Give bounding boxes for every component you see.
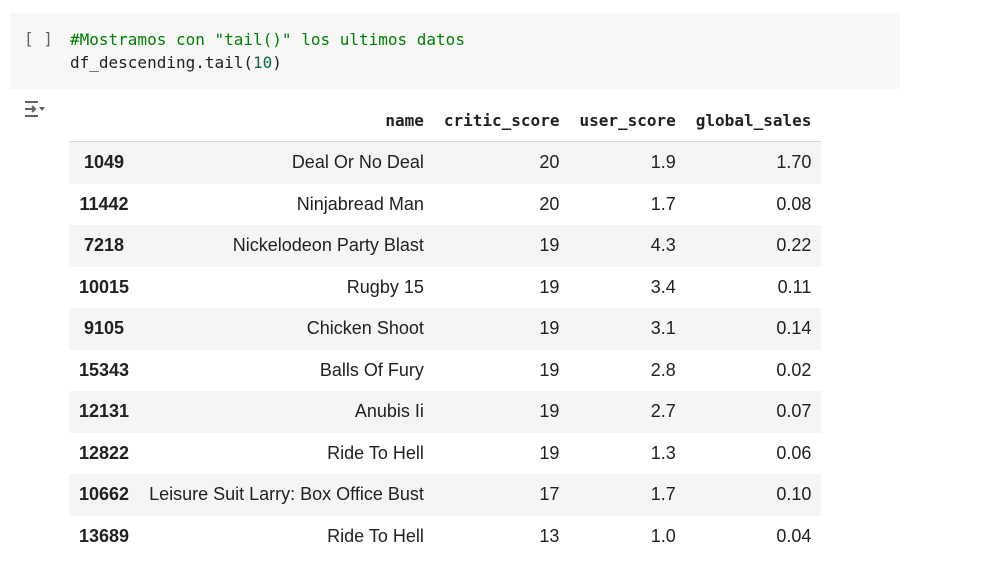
dataframe-table: name critic_score user_score global_sale… bbox=[69, 99, 822, 557]
index-header bbox=[69, 99, 140, 142]
cell-critic-score: 20 bbox=[539, 152, 560, 173]
cell-critic-score: 19 bbox=[539, 401, 560, 422]
code-call: df_descending.tail(10) bbox=[70, 53, 282, 72]
cell-user-score: 1.9 bbox=[650, 152, 676, 173]
cell-global-sales: 0.10 bbox=[776, 484, 812, 505]
cell-user-score: 3.1 bbox=[650, 318, 676, 339]
cell-critic-score: 19 bbox=[539, 318, 560, 339]
code-cell[interactable]: [ ] #Mostramos con "tail()" los ultimos … bbox=[10, 13, 900, 89]
table-row: 9105 Chicken Shoot 19 3.1 0.14 bbox=[69, 308, 822, 350]
cell-critic-score: 19 bbox=[539, 235, 560, 256]
cell-name: Nickelodeon Party Blast bbox=[232, 235, 424, 256]
cell-global-sales: 1.70 bbox=[776, 152, 812, 173]
table-row: 10015 Rugby 15 19 3.4 0.11 bbox=[69, 266, 822, 308]
cell-user-score: 2.8 bbox=[650, 359, 676, 380]
column-header-name: name bbox=[139, 99, 434, 142]
cell-global-sales: 0.02 bbox=[776, 359, 812, 380]
row-index: 12822 bbox=[79, 442, 130, 463]
cell-global-sales: 0.07 bbox=[776, 401, 812, 422]
cell-user-score: 4.3 bbox=[650, 235, 676, 256]
cell-name: Ninjabread Man bbox=[296, 193, 424, 214]
cell-name: Ride To Hell bbox=[327, 442, 424, 463]
cell-critic-score: 19 bbox=[539, 276, 560, 297]
cell-name: Ride To Hell bbox=[327, 525, 424, 546]
row-index: 9105 bbox=[84, 318, 125, 339]
cell-user-score: 2.7 bbox=[650, 401, 676, 422]
cell-name: Balls Of Fury bbox=[319, 359, 424, 380]
row-index: 12131 bbox=[79, 401, 130, 422]
row-index: 10662 bbox=[79, 484, 130, 505]
cell-global-sales: 0.04 bbox=[776, 525, 812, 546]
cell-name: Deal Or No Deal bbox=[291, 152, 424, 173]
cell-critic-score: 19 bbox=[539, 359, 560, 380]
run-cell-button[interactable]: [ ] bbox=[24, 29, 53, 48]
cell-global-sales: 0.22 bbox=[776, 235, 812, 256]
table-row: 10662 Leisure Suit Larry: Box Office Bust… bbox=[69, 474, 822, 516]
output-toggle-icon[interactable] bbox=[22, 99, 48, 121]
row-index: 15343 bbox=[79, 359, 130, 380]
code-editor[interactable]: #Mostramos con "tail()" los ultimos dato… bbox=[70, 28, 465, 74]
code-comment: #Mostramos con "tail()" los ultimos dato… bbox=[70, 30, 465, 49]
cell-name: Chicken Shoot bbox=[306, 318, 424, 339]
row-index: 11442 bbox=[79, 193, 129, 214]
cell-global-sales: 0.08 bbox=[776, 193, 812, 214]
row-index: 10015 bbox=[79, 276, 130, 297]
table-row: 13689 Ride To Hell 13 1.0 0.04 bbox=[69, 515, 822, 557]
column-header-user-score: user_score bbox=[569, 99, 686, 142]
cell-critic-score: 13 bbox=[539, 525, 560, 546]
row-index: 7218 bbox=[84, 235, 125, 256]
table-row: 12131 Anubis Ii 19 2.7 0.07 bbox=[69, 391, 822, 433]
table-header-row: name critic_score user_score global_sale… bbox=[69, 99, 822, 142]
table-row: 15343 Balls Of Fury 19 2.8 0.02 bbox=[69, 349, 822, 391]
cell-user-score: 1.0 bbox=[650, 525, 676, 546]
cell-user-score: 1.3 bbox=[650, 442, 676, 463]
cell-global-sales: 0.14 bbox=[776, 318, 812, 339]
cell-critic-score: 20 bbox=[539, 193, 560, 214]
cell-name: Anubis Ii bbox=[354, 401, 424, 422]
table-row: 12822 Ride To Hell 19 1.3 0.06 bbox=[69, 432, 822, 474]
table-row: 1049 Deal Or No Deal 20 1.9 1.70 bbox=[69, 141, 822, 184]
cell-name: Rugby 15 bbox=[346, 276, 424, 297]
column-header-critic-score: critic_score bbox=[433, 99, 570, 142]
cell-critic-score: 19 bbox=[539, 442, 560, 463]
cell-name: Leisure Suit Larry: Box Office Bust bbox=[149, 484, 424, 505]
cell-global-sales: 0.11 bbox=[777, 276, 812, 297]
cell-user-score: 3.4 bbox=[650, 276, 676, 297]
row-index: 1049 bbox=[84, 152, 125, 173]
cell-user-score: 1.7 bbox=[650, 193, 676, 214]
table-row: 7218 Nickelodeon Party Blast 19 4.3 0.22 bbox=[69, 225, 822, 267]
cell-user-score: 1.7 bbox=[650, 484, 676, 505]
cell-critic-score: 17 bbox=[539, 484, 560, 505]
table-row: 11442 Ninjabread Man 20 1.7 0.08 bbox=[69, 183, 822, 225]
row-index: 13689 bbox=[79, 525, 130, 546]
cell-global-sales: 0.06 bbox=[776, 442, 812, 463]
column-header-global-sales: global_sales bbox=[685, 99, 822, 142]
